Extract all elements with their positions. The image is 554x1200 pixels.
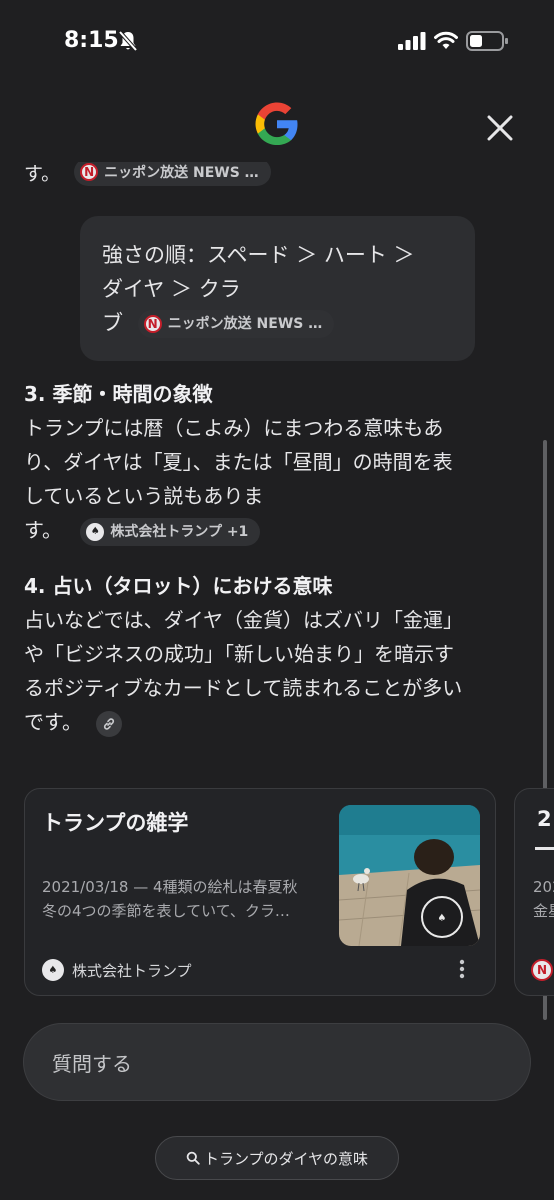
card-peek-line-2: 金星 [533, 902, 554, 920]
section-3-line-3: しているという説もありま [24, 484, 264, 508]
clipped-text: す。 [24, 162, 61, 185]
ask-input-placeholder: 質問する [52, 1051, 132, 1076]
section-3-line-2: り、ダイヤは「夏」、または「昼間」の時間を表 [24, 450, 453, 474]
card-snippet-line-1: 2021/03/18 — 4種類の絵札は春夏秋 [42, 878, 298, 896]
section-4-line-2: や「ビジネスの成功」「新しい始まり」を暗示す [24, 642, 454, 666]
section-3-line-4-text: す。 [24, 518, 62, 542]
cellular-signal-icon [398, 32, 426, 50]
source-chip-label: ニッポン放送 NEWS … [167, 316, 323, 332]
clipped-text-line: す。 N ニッポン放送 NEWS … [24, 162, 271, 190]
svg-text:♠: ♠ [438, 913, 447, 924]
nippon-housou-logo: N [80, 163, 99, 181]
section-4: 4. 占い（タロット）における意味 占いなどでは、ダイヤ（金貨）はズバリ「金運」… [24, 569, 534, 739]
section-4-line-4-text: です。 [24, 710, 82, 734]
suggestion-chip[interactable]: トランプのダイヤの意味 [155, 1136, 399, 1180]
section-3-line-1: トランプには暦（こよみ）にまつわる意味もあ [24, 416, 444, 440]
quote-line-2: ダイヤ ＞ クラ [102, 277, 241, 301]
quote-box: 強さの順：スペード ＞ ハート ＞ ダイヤ ＞ クラ ブ N ニッポン放送 NE… [80, 216, 475, 361]
google-g-logo[interactable] [253, 100, 301, 148]
source-chip-label: 株式会社トランプ +1 [110, 523, 249, 540]
source-chip[interactable]: N ニッポン放送 NEWS … [74, 162, 271, 186]
wifi-icon [434, 31, 458, 49]
suggestion-label: トランプのダイヤの意味 [203, 1149, 369, 1168]
quote-line-1: 強さの順：スペード ＞ ハート ＞ [102, 243, 415, 267]
link-icon[interactable] [96, 710, 123, 737]
section-3-line-4: す。 ♠ 株式会社トランプ +1 [24, 513, 534, 547]
section-4-heading: 4. 占い（タロット）における意味 [24, 574, 333, 598]
quote-line-3: ブ N ニッポン放送 NEWS … [102, 306, 453, 340]
nippon-housou-logo: N [531, 959, 553, 981]
status-time: 8:15 [64, 28, 119, 53]
ask-input[interactable]: 質問する [23, 1023, 531, 1101]
card-peek-title: 2 [537, 807, 552, 831]
card-peek-line: 202 金星 [533, 875, 554, 923]
card-source: ♠ 株式会社トランプ [42, 959, 192, 981]
source-chip-label: ニッポン放送 NEWS … [104, 165, 259, 181]
source-chip[interactable]: ♠ 株式会社トランプ +1 [80, 517, 261, 546]
nippon-housou-logo: N [143, 315, 162, 333]
card-snippet-line-2: 冬の4つの季節を表していて、クラ… [42, 902, 290, 920]
card-source-label: 株式会社トランプ [72, 961, 192, 980]
trump-company-logo: ♠ [42, 959, 64, 981]
search-icon [186, 1151, 200, 1165]
section-4-line-4: です。 [24, 705, 534, 739]
card-peek-line-1: 202 [533, 878, 554, 896]
card-peek-underline [535, 847, 554, 850]
page: 8:15 す。 N ニッポン放送 NEWS … 強さの順：スペード ＞ ハート … [0, 0, 554, 1200]
card-snippet: 2021/03/18 — 4種類の絵札は春夏秋 冬の4つの季節を表していて、クラ… [42, 875, 332, 923]
result-card-peek[interactable]: 2 202 金星 N [514, 788, 554, 996]
close-icon[interactable] [486, 114, 514, 142]
bell-muted-icon [118, 30, 138, 52]
section-3-heading: 3. 季節・時間の象徴 [24, 382, 213, 406]
card-thumbnail-image[interactable]: ♠ [339, 805, 480, 946]
trump-company-logo: ♠ [86, 522, 105, 541]
quote-line-3-text: ブ [102, 311, 123, 335]
result-card[interactable]: トランプの雑学 2021/03/18 — 4種類の絵札は春夏秋 冬の4つの季節を… [24, 788, 496, 996]
card-title: トランプの雑学 [42, 811, 189, 835]
section-4-line-3: るポジティブなカードとして読まれることが多い [24, 676, 463, 700]
source-chip[interactable]: N ニッポン放送 NEWS … [137, 310, 335, 338]
section-3: 3. 季節・時間の象徴 トランプには暦（こよみ）にまつわる意味もあ り、ダイヤは… [24, 377, 534, 547]
more-options-icon[interactable] [457, 957, 467, 981]
battery-icon [466, 31, 508, 51]
section-4-line-1: 占いなどでは、ダイヤ（金貨）はズバリ「金運」 [24, 608, 463, 632]
